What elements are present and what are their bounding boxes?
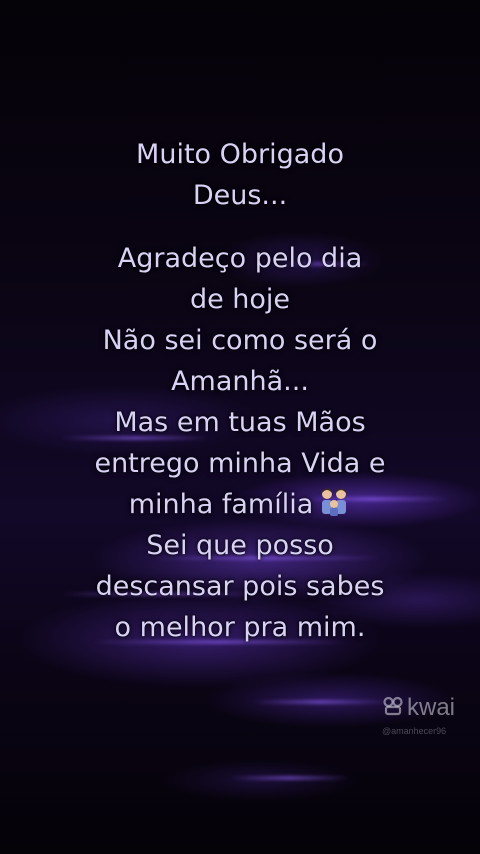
body-line-2: de hoje bbox=[189, 284, 291, 315]
kwai-watermark: kwai @amanhecer96 bbox=[382, 694, 478, 744]
kwai-logo-icon bbox=[382, 694, 404, 722]
body-line-4: Amanhã... bbox=[171, 366, 309, 397]
body-line-5: Mas em tuas Mãos bbox=[114, 407, 366, 438]
body-line-6: entrego minha Vida e bbox=[94, 448, 386, 479]
family-emoji-icon bbox=[317, 487, 351, 517]
watermark-handle: @amanhecer96 bbox=[382, 726, 447, 736]
video-frame: Muito Obrigado Deus... Agradeço pelo dia… bbox=[0, 0, 480, 854]
kwai-logo: kwai bbox=[382, 694, 478, 722]
light-streak bbox=[230, 776, 350, 780]
body-line-7-with-emoji: minha família bbox=[0, 484, 480, 525]
body-line-8: Sei que posso bbox=[146, 530, 334, 561]
light-streak bbox=[250, 700, 390, 704]
title-line-1: Muito Obrigado bbox=[136, 139, 344, 170]
body-line-10: o melhor pra mim. bbox=[114, 612, 366, 643]
title-line-2: Deus... bbox=[192, 180, 288, 211]
body-line-9: descansar pois sabes bbox=[95, 571, 385, 602]
message-text: Muito Obrigado Deus... Agradeço pelo dia… bbox=[0, 134, 480, 648]
kwai-brand: kwai bbox=[407, 694, 456, 721]
body-line-1: Agradeço pelo dia bbox=[117, 243, 363, 274]
body-line-3: Não sei como será o bbox=[102, 325, 378, 356]
body-line-7: minha família bbox=[128, 489, 314, 520]
